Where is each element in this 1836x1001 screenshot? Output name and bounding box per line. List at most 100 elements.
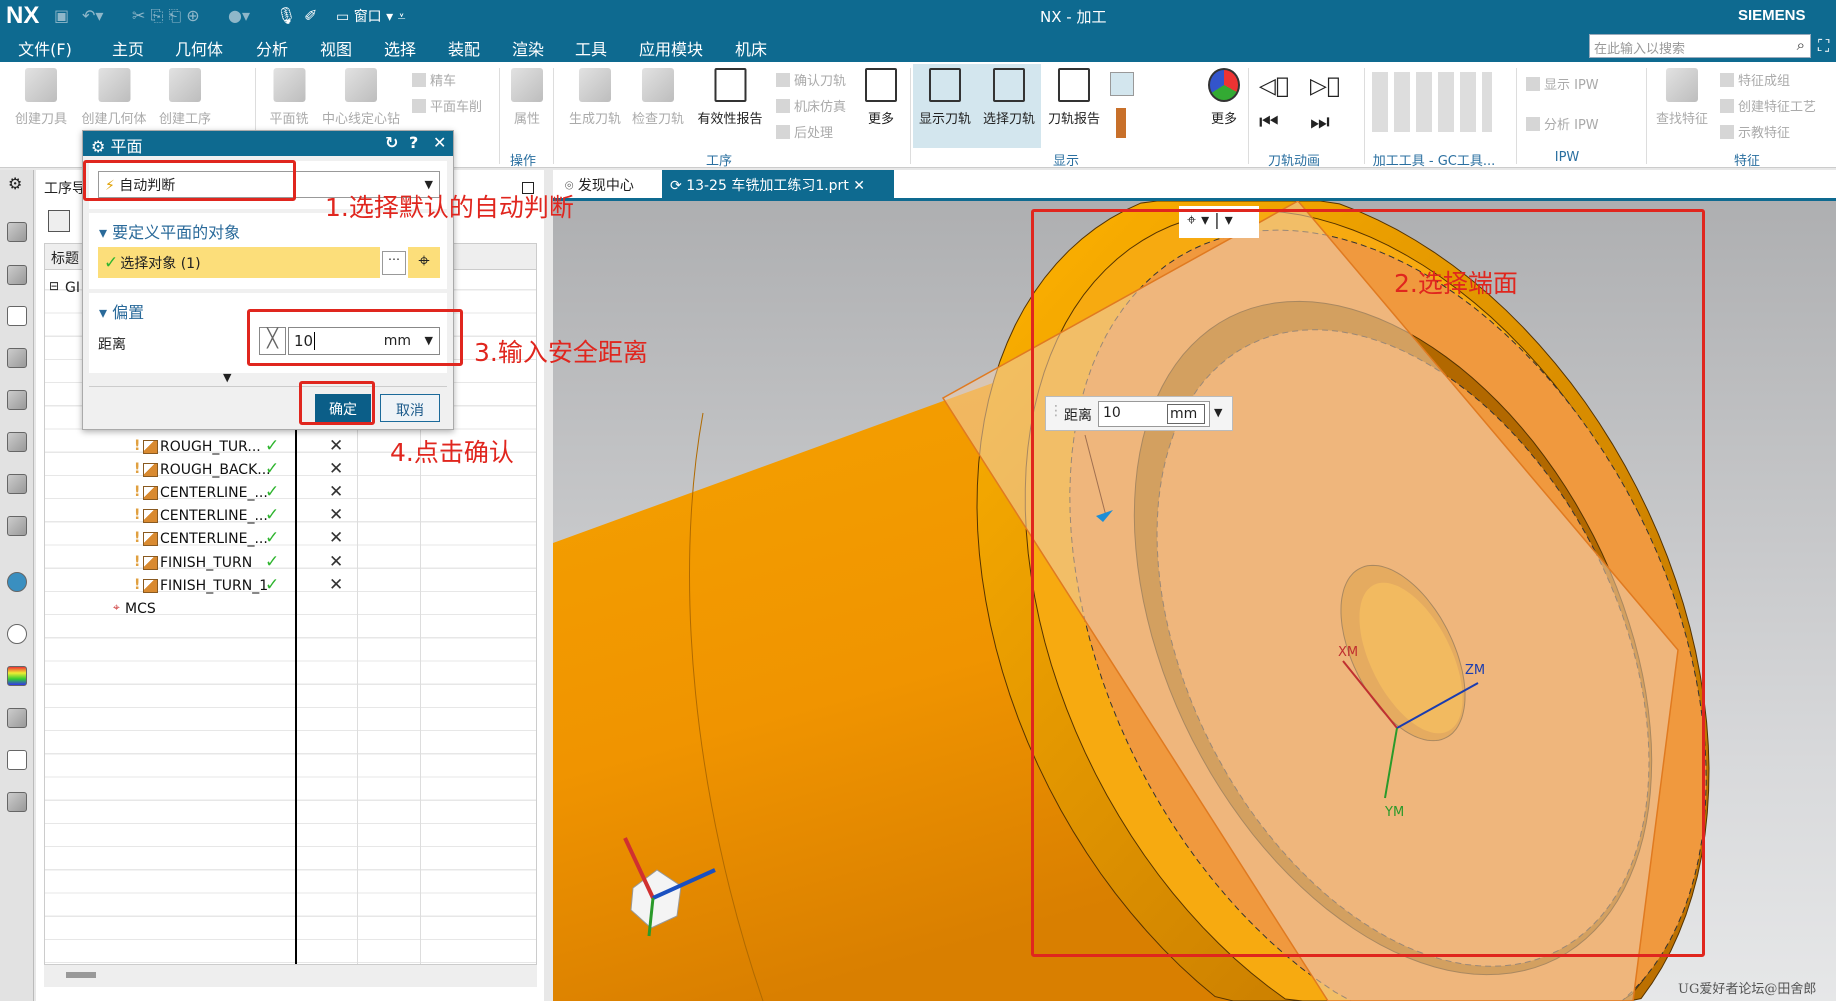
reset-icon[interactable]: ↻	[385, 133, 398, 152]
dialog-title-bar[interactable]: ⚙ 平面 ↻ ? ✕	[83, 131, 453, 156]
section-objects[interactable]: ▾ 要定义平面的对象	[99, 219, 240, 243]
menu-machine[interactable]: 机床	[735, 36, 767, 60]
create-geometry-button[interactable]: 创建几何体	[81, 68, 147, 127]
close-icon[interactable]: ✕	[433, 133, 446, 152]
point-dialog-button[interactable]: ⋯	[382, 251, 406, 275]
more-display-button[interactable]: 更多	[1208, 68, 1240, 127]
menu-render[interactable]: 渲染	[512, 36, 544, 60]
tool-display-icon[interactable]	[1116, 108, 1126, 138]
table-row[interactable]: ! CENTERLINE_... ✓ ✕	[45, 482, 536, 505]
table-row-mcs[interactable]: ⌖ MCS	[45, 598, 536, 621]
save-icon[interactable]: ▣	[54, 6, 69, 25]
analyze-ipw-button[interactable]: 分析 IPW	[1526, 114, 1599, 133]
microphone-icon[interactable]: 🎙	[276, 6, 296, 25]
generate-toolpath-button[interactable]: 生成刀轨	[569, 68, 621, 127]
group-ipw-label[interactable]: IPW	[1555, 150, 1580, 165]
create-operation-button[interactable]: 创建工序	[159, 68, 211, 127]
create-feature-process-button[interactable]: 创建特征工艺	[1720, 96, 1816, 115]
properties-button[interactable]: 属性	[511, 68, 543, 127]
search-icon[interactable]: ⌕	[1797, 36, 1805, 54]
menu-analysis[interactable]: 分析	[256, 36, 288, 60]
program-order-view-icon[interactable]	[48, 210, 70, 232]
column-divider[interactable]	[295, 428, 297, 964]
face-turn-button[interactable]: 平面车削	[412, 96, 482, 115]
planar-mill-button[interactable]: 平面铣	[269, 68, 309, 127]
web-browser-icon[interactable]	[7, 572, 27, 592]
group-operation-label[interactable]: 工序	[706, 150, 732, 169]
select-toolpath-button[interactable]: 选择刀轨	[976, 64, 1042, 148]
select-object-row[interactable]: ✓ 选择对象 (1)	[98, 247, 380, 278]
group-display-label[interactable]: 显示	[1053, 150, 1079, 169]
confirm-toolpath-button[interactable]: 确认刀轨	[776, 70, 846, 89]
ipw-icon[interactable]	[7, 474, 27, 494]
section-offset[interactable]: ▾ 偏置	[99, 299, 144, 323]
group-feature-label[interactable]: 特征	[1734, 150, 1760, 169]
clipboard-icons[interactable]: ✂ ⎘ ⎗ ⊕	[132, 6, 200, 26]
verify-toolpath-button[interactable]: 检查刀轨	[632, 68, 684, 127]
collapse-icon[interactable]: ⊟	[49, 279, 59, 293]
operation-navigator-icon[interactable]	[7, 306, 27, 326]
expand-more-icon[interactable]: ▼	[223, 371, 231, 384]
palette-icon[interactable]	[7, 666, 27, 686]
create-tool-button[interactable]: 创建刀具	[15, 68, 67, 127]
menu-geometry[interactable]: 几何体	[175, 36, 223, 60]
history-icon[interactable]	[7, 624, 27, 644]
more-operations-button[interactable]: 更多	[865, 68, 897, 127]
machine-tool-navigator-icon[interactable]	[7, 348, 27, 368]
show-ipw-button[interactable]: 显示 IPW	[1526, 74, 1599, 93]
window-menu[interactable]: ▭ 窗口 ▾ ⩡	[336, 6, 406, 26]
toolpath-report-button[interactable]: 刀轨报告	[1048, 68, 1100, 127]
settings-icon[interactable]: ⚙	[8, 174, 22, 193]
menu-select[interactable]: 选择	[384, 36, 416, 60]
blank-display-icon[interactable]	[1110, 72, 1134, 96]
validity-report-button[interactable]: 有效性报告	[697, 68, 763, 127]
display-toolpath-button[interactable]: 显示刀轨	[912, 64, 978, 148]
analysis-icon[interactable]	[7, 516, 27, 536]
role-icon[interactable]	[7, 708, 27, 728]
machine-simulation-button[interactable]: 机床仿真	[776, 96, 846, 115]
touch-icon[interactable]: ✐	[304, 6, 317, 25]
part-navigator-icon[interactable]	[7, 265, 27, 285]
group-gc-tools-label[interactable]: 加工工具 - GC工具...	[1373, 150, 1496, 169]
menu-file[interactable]: 文件(F)	[18, 36, 72, 60]
close-icon[interactable]: ✕	[853, 178, 865, 194]
cancel-button[interactable]: 取消	[380, 394, 440, 422]
play-forward-icon[interactable]: ▷⃝	[1310, 74, 1340, 99]
assembly-navigator-icon[interactable]	[7, 222, 27, 242]
machine-icon[interactable]	[7, 792, 27, 812]
menu-applications[interactable]: 应用模块	[639, 36, 703, 60]
feature-group-button[interactable]: 特征成组	[1720, 70, 1790, 89]
teach-feature-button[interactable]: 示教特征	[1720, 122, 1790, 141]
settings-icon[interactable]: ⚙	[91, 137, 105, 156]
table-row[interactable]: ! CENTERLINE_... ✓ ✕	[45, 528, 536, 551]
crosshair-button[interactable]: ⌖	[408, 247, 440, 278]
group-animation-label[interactable]: 刀轨动画	[1268, 150, 1320, 169]
play-back-icon[interactable]: ◁⃝	[1259, 74, 1289, 99]
tools-icon[interactable]	[7, 750, 27, 770]
finish-turn-button[interactable]: 精车	[412, 70, 456, 89]
menu-home[interactable]: 主页	[111, 36, 145, 64]
table-row[interactable]: ! FINISH_TURN ✓ ✕	[45, 552, 536, 575]
menu-view[interactable]: 视图	[320, 36, 352, 60]
gc-tools-icons[interactable]	[1372, 72, 1492, 132]
tab-part-file[interactable]: ⟳ 13-25 车铣加工练习1.prt ✕	[662, 170, 894, 198]
scroll-thumb[interactable]	[66, 972, 96, 978]
find-features-button[interactable]: 查找特征	[1656, 68, 1708, 127]
machining-feature-icon[interactable]	[7, 390, 27, 410]
search-input[interactable]: 在此输入以搜索 ⌕	[1589, 34, 1811, 58]
menu-assembly[interactable]: 装配	[448, 36, 480, 60]
table-row[interactable]: ! CENTERLINE_... ✓ ✕	[45, 505, 536, 528]
table-row[interactable]: ! FINISH_TURN_1 ✓ ✕	[45, 575, 536, 598]
render-icon[interactable]: ●▾	[228, 6, 250, 25]
feature-navigator-icon[interactable]	[7, 432, 27, 452]
undo-icon[interactable]: ↶▾	[82, 6, 103, 25]
step-back-icon[interactable]: ⏮	[1259, 110, 1279, 135]
menu-tools[interactable]: 工具	[575, 36, 607, 60]
step-forward-icon[interactable]: ⏭	[1310, 110, 1330, 135]
centerline-spot-drill-button[interactable]: 中心线定心钻	[322, 68, 400, 127]
fullscreen-icon[interactable]: ⛶	[1818, 36, 1829, 56]
horizontal-scrollbar[interactable]	[44, 965, 537, 987]
group-operations-label[interactable]: 操作	[510, 150, 536, 169]
postprocess-button[interactable]: 后处理	[776, 122, 833, 141]
help-icon[interactable]: ?	[409, 133, 418, 152]
